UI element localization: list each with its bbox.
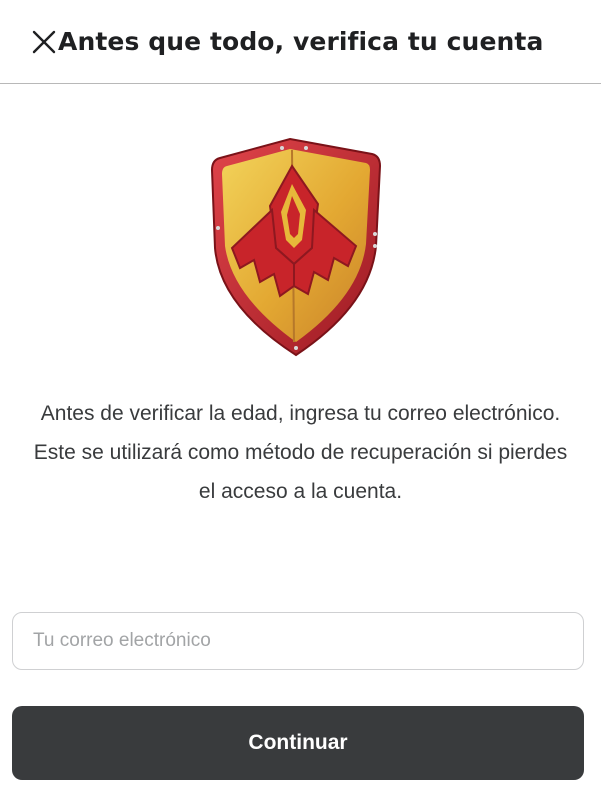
modal-title: Antes que todo, verifica tu cuenta bbox=[58, 27, 544, 56]
verify-account-modal: Antes que todo, verifica tu cuenta Antes… bbox=[0, 0, 601, 802]
email-input[interactable] bbox=[12, 612, 584, 670]
shield-icon bbox=[210, 137, 382, 357]
verification-description: Antes de verificar la edad, ingresa tu c… bbox=[33, 402, 568, 503]
continue-button[interactable]: Continuar bbox=[12, 706, 584, 780]
modal-header: Antes que todo, verifica tu cuenta bbox=[0, 0, 601, 84]
close-icon bbox=[32, 30, 56, 53]
close-button[interactable] bbox=[30, 28, 58, 56]
